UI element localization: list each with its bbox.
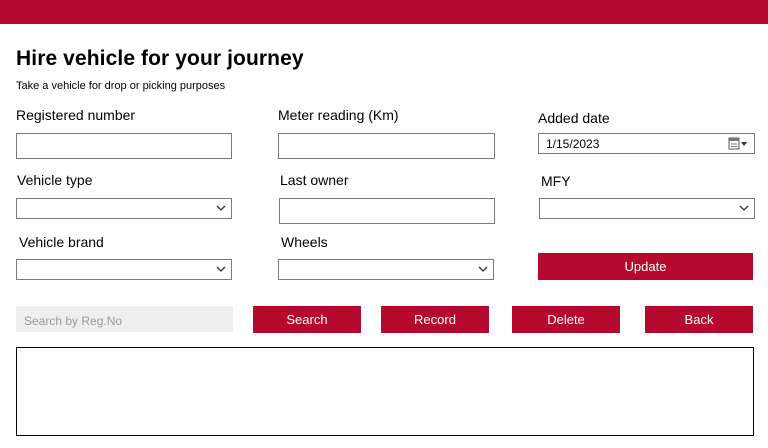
registered-number-field[interactable] [16,133,232,159]
vehicle-brand-dropdown[interactable] [16,259,232,280]
page-title: Hire vehicle for your journey [16,47,304,70]
vehicle-brand-label: Vehicle brand [19,234,104,250]
chevron-down-icon [216,266,226,272]
update-button[interactable]: Update [538,253,753,280]
added-date-picker[interactable]: 1/15/2023 [538,133,755,154]
mfy-dropdown[interactable] [539,198,755,219]
back-button[interactable]: Back [645,306,753,333]
vehicle-type-label: Vehicle type [17,172,93,188]
added-date-label: Added date [538,110,610,126]
page-subtitle: Take a vehicle for drop or picking purpo… [16,80,226,92]
chevron-down-icon [216,205,226,211]
registered-number-label: Registered number [16,107,136,123]
record-button[interactable]: Record [381,306,489,333]
meter-reading-field[interactable] [278,133,495,159]
header-bar [0,0,768,24]
search-button[interactable]: Search [253,306,361,333]
wheels-label: Wheels [281,234,328,250]
delete-button[interactable]: Delete [512,306,620,333]
added-date-value: 1/15/2023 [546,137,600,151]
chevron-down-icon [478,266,488,272]
chevron-down-icon [739,205,749,211]
calendar-icon[interactable] [728,137,748,150]
vehicle-type-dropdown[interactable] [16,198,232,219]
last-owner-field[interactable] [279,198,495,224]
mfy-label: MFY [541,173,571,189]
vehicle-data-grid[interactable] [16,347,754,436]
wheels-dropdown[interactable] [278,259,494,280]
search-input[interactable] [16,306,233,332]
last-owner-label: Last owner [280,172,349,188]
meter-reading-label: Meter reading (Km) [278,107,399,123]
